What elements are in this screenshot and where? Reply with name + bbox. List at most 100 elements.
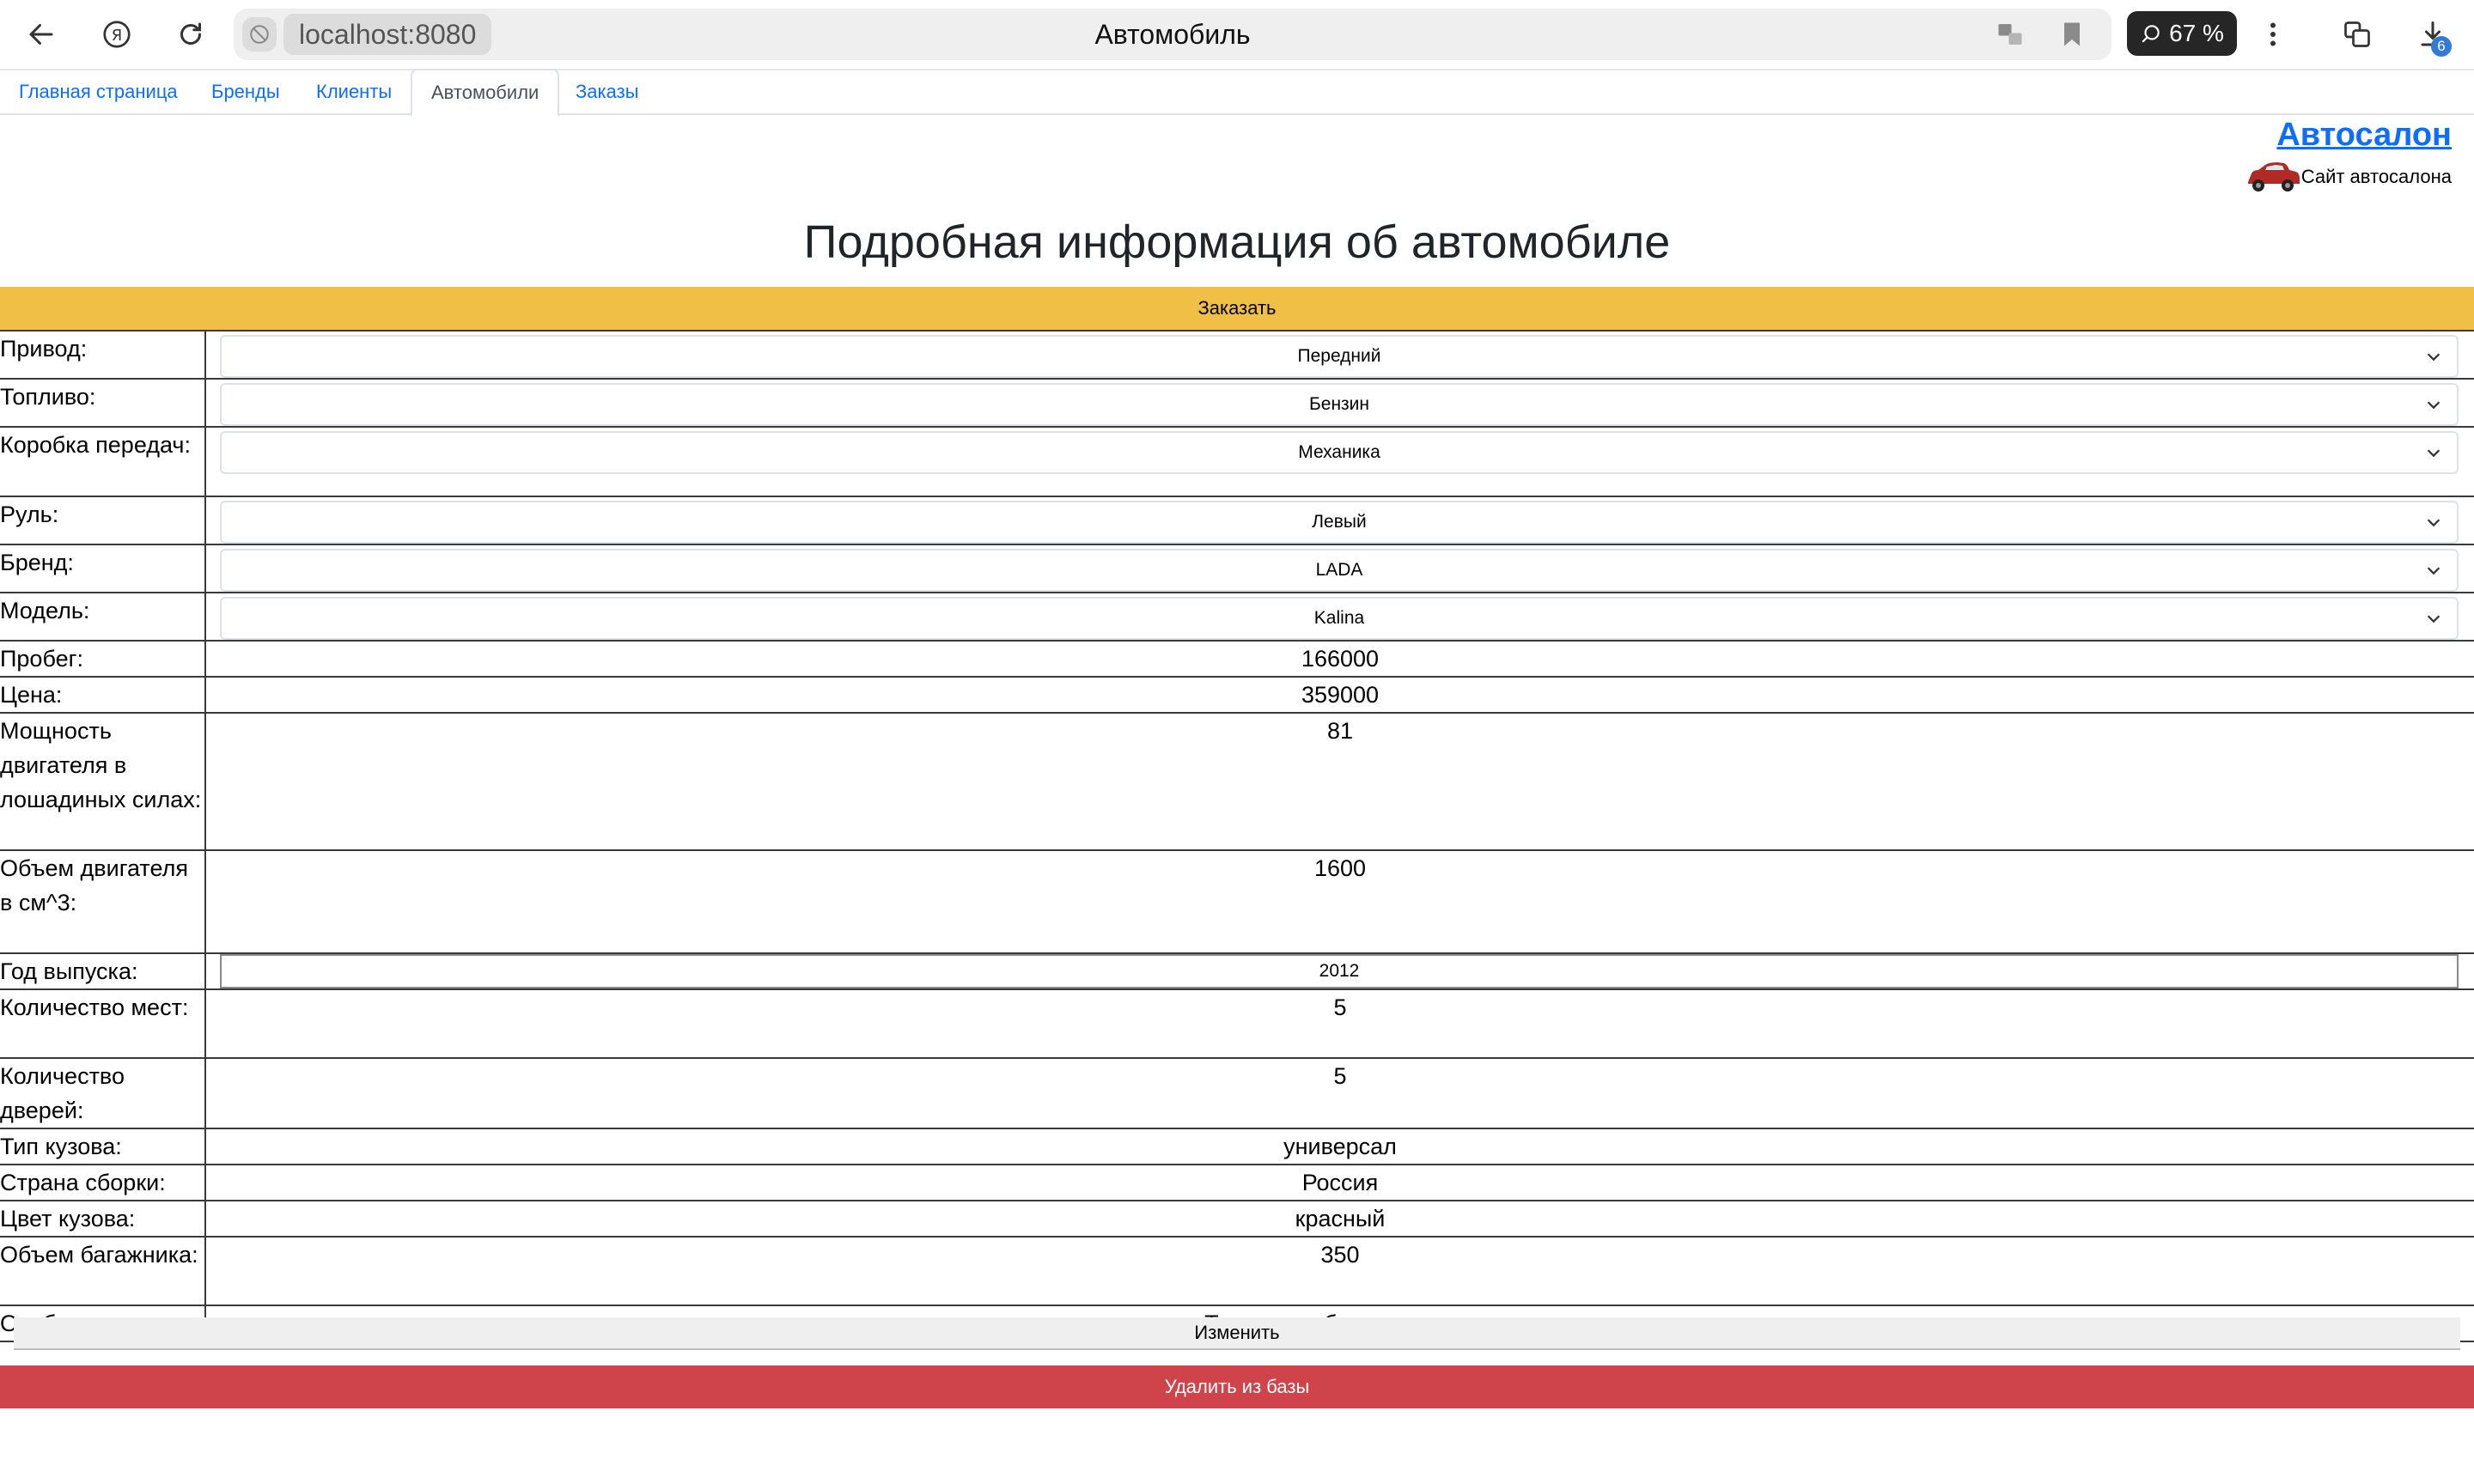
- tab-home[interactable]: Главная страница: [0, 69, 197, 115]
- table-row: Коробка передач: Механика: [0, 426, 2474, 497]
- row-value-cell: LADA: [205, 544, 2474, 593]
- table-row: Привод: Передний: [0, 330, 2474, 380]
- chevron-down-icon: [2427, 401, 2440, 410]
- row-label: Модель:: [0, 592, 206, 642]
- row-value-cell: Передний: [205, 330, 2474, 380]
- table-row: Объем багажника: 350: [0, 1236, 2474, 1306]
- power-value: 81: [205, 712, 2474, 851]
- table-row: Пробег: 166000: [0, 640, 2474, 678]
- search-icon: [2142, 25, 2160, 43]
- select-value: LADA: [1315, 560, 1363, 580]
- row-label: Привод:: [0, 330, 206, 380]
- nav-tabs: Главная страница Бренды Клиенты Автомоби…: [0, 69, 2474, 117]
- row-label: Страна сборки:: [0, 1164, 206, 1201]
- brand-select[interactable]: LADA: [220, 549, 2459, 592]
- tab-brands[interactable]: Бренды: [192, 69, 299, 115]
- tab-clients[interactable]: Клиенты: [297, 69, 411, 115]
- car-logo-icon: [2247, 162, 2300, 192]
- order-button[interactable]: Заказать: [0, 287, 2474, 330]
- select-value: Бензин: [1308, 394, 1369, 414]
- row-label: Цвет кузова:: [0, 1200, 206, 1238]
- select-value: Левый: [1312, 512, 1367, 532]
- brand-link[interactable]: Автосалон: [2276, 117, 2452, 154]
- zoom-indicator[interactable]: 67 %: [2127, 11, 2237, 56]
- row-label: Пробег:: [0, 640, 206, 678]
- row-label: Руль:: [0, 496, 206, 545]
- row-label: Топливо:: [0, 378, 206, 428]
- row-label: Объем багажника:: [0, 1236, 206, 1306]
- bookmark-icon[interactable]: [2057, 19, 2087, 50]
- chevron-down-icon: [2427, 615, 2440, 623]
- tab-title: Автомобиль: [1094, 19, 1251, 50]
- table-row: Бренд: LADA: [0, 544, 2474, 593]
- brand-subtitle: Сайт автосалона: [2300, 166, 2452, 187]
- doors-value: 5: [205, 1057, 2474, 1129]
- back-arrow-icon[interactable]: [19, 12, 64, 57]
- row-label: Бренд:: [0, 544, 206, 593]
- yandex-icon[interactable]: Я: [94, 12, 139, 57]
- table-row: Мощность двигателя в лошадиных силах: 81: [0, 712, 2474, 851]
- select-value: Kalina: [1313, 608, 1365, 628]
- row-label: Коробка передач:: [0, 426, 206, 497]
- table-row: Страна сборки: Россия: [0, 1164, 2474, 1201]
- brand-row: Сайт автосалона: [2243, 160, 2452, 194]
- tab-cars[interactable]: Автомобили: [411, 69, 560, 117]
- table-row: Год выпуска: 2012: [0, 952, 2474, 990]
- row-label: Мощность двигателя в лошадиных силах:: [0, 712, 206, 851]
- steering-select[interactable]: Левый: [220, 501, 2459, 544]
- tab-orders[interactable]: Заказы: [557, 69, 658, 115]
- row-value-cell: Бензин: [205, 378, 2474, 428]
- select-value: Передний: [1297, 346, 1381, 366]
- row-label: Количество мест:: [0, 988, 206, 1059]
- row-value-cell: Kalina: [205, 592, 2474, 642]
- table-row: Объем двигателя в см^3: 1600: [0, 849, 2474, 954]
- menu-dots-icon[interactable]: [2251, 12, 2295, 57]
- row-label: Год выпуска:: [0, 952, 206, 990]
- table-row: Цвет кузова: красный: [0, 1200, 2474, 1238]
- url-text[interactable]: localhost:8080: [283, 14, 492, 55]
- car-details-table: Привод: Передний Топливо: Бензин Коробка…: [0, 330, 2474, 1342]
- price-value: 359000: [205, 676, 2474, 714]
- edit-button[interactable]: Изменить: [14, 1317, 2460, 1350]
- country-value: Россия: [205, 1164, 2474, 1201]
- delete-button[interactable]: Удалить из базы: [0, 1365, 2474, 1408]
- chevron-down-icon: [2427, 567, 2440, 575]
- zoom-level: 67 %: [2169, 20, 2224, 46]
- collections-icon[interactable]: [2335, 12, 2380, 57]
- trunk-value: 350: [205, 1236, 2474, 1306]
- table-row: Количество дверей: 5: [0, 1057, 2474, 1129]
- site-info-icon[interactable]: [242, 17, 277, 52]
- row-label: Цена:: [0, 676, 206, 714]
- row-label: Тип кузова:: [0, 1128, 206, 1165]
- table-row: Модель: Kalina: [0, 592, 2474, 642]
- body-type-value: универсал: [205, 1128, 2474, 1165]
- table-row: Руль: Левый: [0, 496, 2474, 545]
- drive-select[interactable]: Передний: [220, 335, 2459, 378]
- gearbox-select[interactable]: Механика: [220, 431, 2459, 474]
- mileage-value: 166000: [205, 640, 2474, 678]
- address-bar[interactable]: Автомобиль localhost:8080: [234, 9, 2111, 60]
- color-value: красный: [205, 1200, 2474, 1238]
- table-row: Цена: 359000: [0, 676, 2474, 714]
- model-select[interactable]: Kalina: [220, 597, 2459, 640]
- seats-value: 5: [205, 988, 2474, 1059]
- table-row: Топливо: Бензин: [0, 378, 2474, 428]
- table-row: Количество мест: 5: [0, 988, 2474, 1059]
- row-label: Количество дверей:: [0, 1057, 206, 1129]
- browser-toolbar: Я Автомобиль localhost:8080 67 % 6: [0, 0, 2474, 70]
- table-row: Тип кузова: универсал: [0, 1128, 2474, 1165]
- page-title: Подробная информация об автомобиле: [803, 216, 1671, 268]
- row-value-cell: Левый: [205, 496, 2474, 545]
- reload-icon[interactable]: [168, 12, 213, 57]
- translate-icon[interactable]: [1995, 19, 2026, 50]
- fuel-select[interactable]: Бензин: [220, 383, 2459, 426]
- row-value-cell: Механика: [205, 426, 2474, 497]
- chevron-down-icon: [2427, 353, 2440, 362]
- engine-volume-value: 1600: [205, 849, 2474, 954]
- chevron-down-icon: [2427, 519, 2440, 527]
- row-label: Объем двигателя в см^3:: [0, 849, 206, 954]
- downloads-badge: 6: [2431, 36, 2452, 57]
- chevron-down-icon: [2427, 449, 2440, 458]
- select-value: Механика: [1298, 442, 1380, 462]
- year-input[interactable]: 2012: [220, 954, 2459, 988]
